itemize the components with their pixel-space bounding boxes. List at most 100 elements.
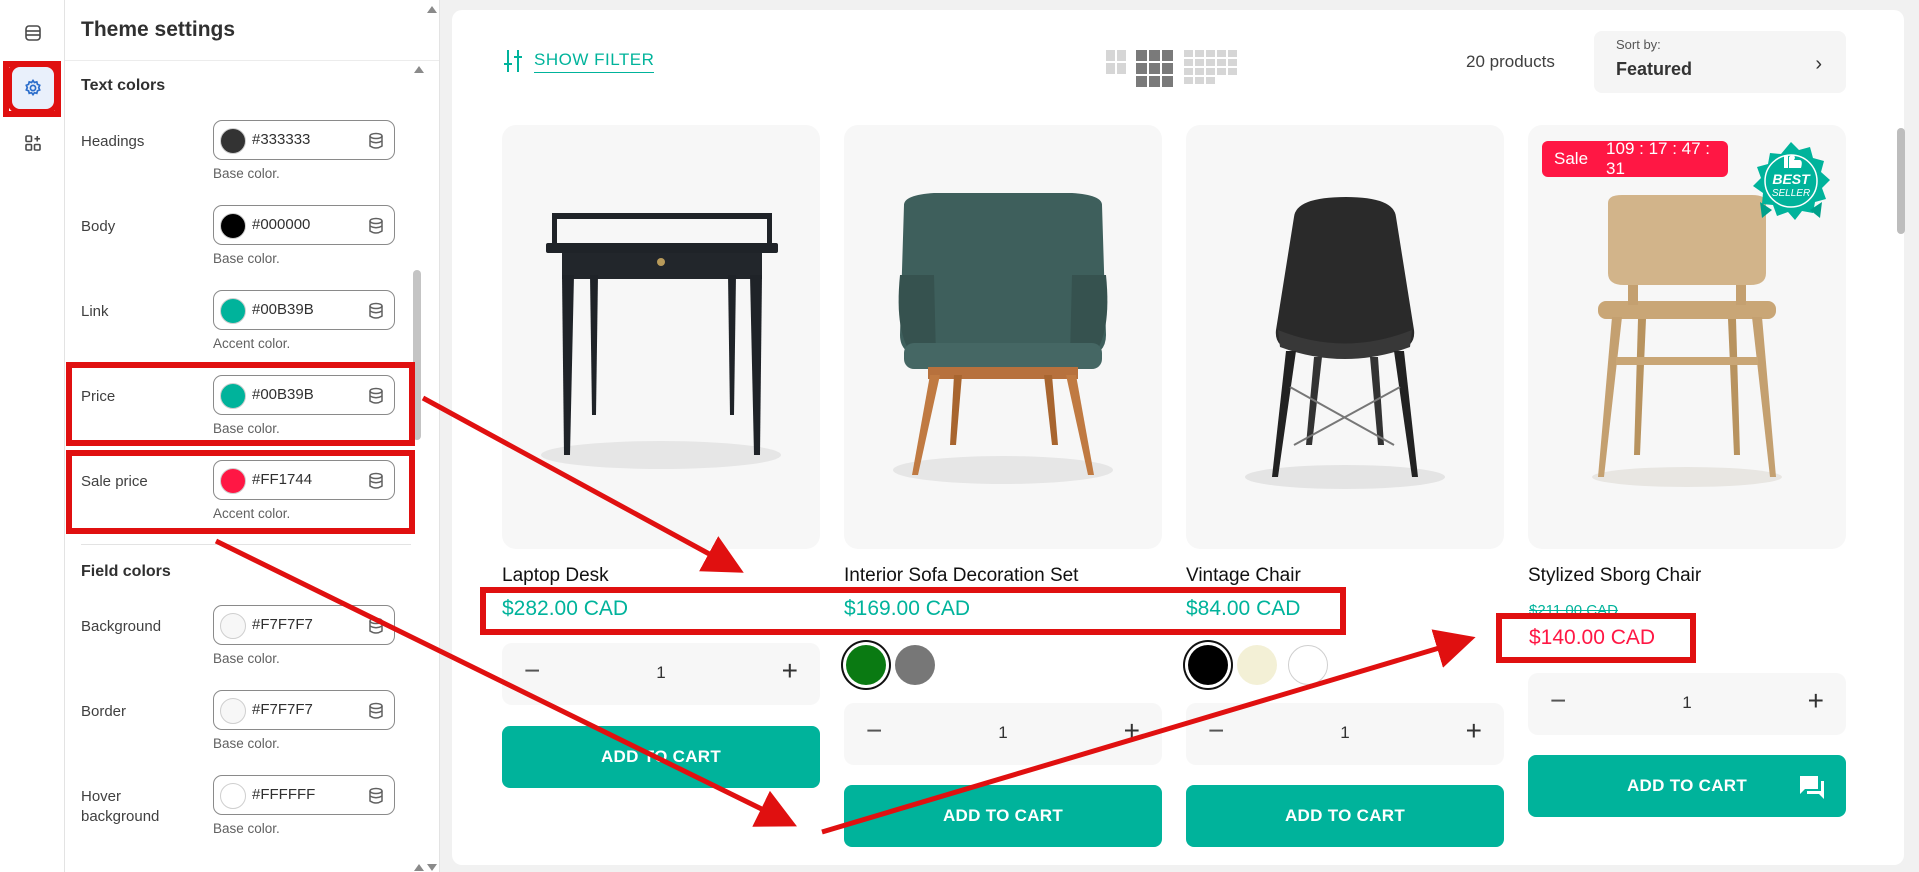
database-icon[interactable] — [368, 217, 384, 235]
quantity-value[interactable]: 1 — [1528, 693, 1846, 713]
sections-icon[interactable] — [12, 12, 54, 54]
product-count: 20 products — [1466, 52, 1555, 71]
filter-sliders-icon — [504, 50, 522, 72]
color-hex-value[interactable]: #F7F7F7 — [252, 701, 313, 718]
color-picker-field[interactable]: #00B39B — [213, 290, 395, 330]
chat-icon[interactable] — [1797, 772, 1827, 802]
field-colors-title: Field colors — [81, 563, 171, 580]
product-image-vintage-chair[interactable] — [1186, 125, 1504, 549]
divider — [81, 544, 411, 545]
product-title[interactable]: Stylized Sborg Chair — [1528, 565, 1701, 587]
annotation-box-settings — [3, 61, 61, 117]
color-hex-value[interactable]: #000000 — [252, 216, 310, 233]
best-seller-line1: BEST — [1772, 171, 1811, 187]
grid-3-columns-icon[interactable] — [1136, 50, 1174, 87]
collapse-section-icon[interactable] — [414, 66, 424, 73]
quantity-value[interactable]: 1 — [844, 723, 1162, 743]
app-blocks-icon[interactable] — [12, 122, 54, 164]
color-swatch[interactable] — [220, 213, 246, 239]
product-title[interactable]: Interior Sofa Decoration Set — [844, 565, 1078, 587]
add-to-cart-button[interactable]: ADD TO CART — [502, 726, 820, 788]
color-picker-field[interactable]: #333333 — [213, 120, 395, 160]
annotation-box-price — [66, 362, 415, 446]
color-setting-row: Hover background #FFFFFF Base color. — [65, 775, 425, 857]
quantity-value[interactable]: 1 — [502, 663, 820, 683]
color-setting-row: Background #F7F7F7 Base color. — [65, 605, 425, 687]
annotation-box-sale-price-value — [1496, 613, 1696, 663]
database-icon[interactable] — [368, 617, 384, 635]
database-icon[interactable] — [368, 132, 384, 150]
color-swatch[interactable] — [220, 298, 246, 324]
scroll-down-arrow-icon[interactable] — [427, 864, 437, 871]
color-setting-row: Headings #333333 Base color. — [65, 120, 425, 202]
color-swatch[interactable] — [220, 613, 246, 639]
scroll-step-up-icon[interactable] — [414, 864, 424, 871]
app-rail — [0, 0, 65, 872]
color-setting-label: Border — [81, 703, 127, 720]
scroll-up-arrow-icon[interactable] — [427, 6, 437, 13]
color-setting-row: Link #00B39B Accent color. — [65, 290, 425, 372]
color-hex-value[interactable]: #F7F7F7 — [252, 616, 313, 633]
chevron-right-icon: › — [1815, 53, 1822, 75]
color-hex-value[interactable]: #FFFFFF — [252, 786, 315, 803]
plus-icon[interactable]: + — [1466, 715, 1482, 747]
plus-icon[interactable]: + — [1124, 715, 1140, 747]
product-title[interactable]: Laptop Desk — [502, 565, 609, 587]
grid-2-columns-icon[interactable] — [1106, 50, 1126, 74]
product-title[interactable]: Vintage Chair — [1186, 565, 1301, 587]
text-colors-title: Text colors — [81, 77, 166, 94]
add-to-cart-button[interactable]: ADD TO CART — [1186, 785, 1504, 847]
color-swatch[interactable] — [220, 128, 246, 154]
sort-value: Featured — [1616, 59, 1693, 79]
color-hex-value[interactable]: #00B39B — [252, 301, 314, 318]
sale-badge: Sale 109 : 17 : 47 : 31 — [1542, 139, 1728, 178]
quantity-stepper: − 1 + — [844, 703, 1162, 765]
color-setting-hint: Base color. — [213, 166, 280, 181]
best-seller-line2: SELLER — [1772, 188, 1810, 199]
database-icon[interactable] — [368, 302, 384, 320]
show-filter-button[interactable]: SHOW FILTER — [504, 48, 655, 74]
quantity-stepper: − 1 + — [502, 643, 820, 705]
color-picker-field[interactable]: #000000 — [213, 205, 395, 245]
plus-icon[interactable]: + — [782, 655, 798, 687]
color-setting-hint: Base color. — [213, 251, 280, 266]
annotation-box-sale-price — [66, 450, 415, 534]
color-swatch-white[interactable] — [1288, 645, 1328, 685]
color-setting-row: Body #000000 Base color. — [65, 205, 425, 287]
quantity-stepper: − 1 + — [1186, 703, 1504, 765]
sort-dropdown[interactable]: Sort by: Featured › — [1594, 31, 1846, 93]
show-filter-label: SHOW FILTER — [534, 50, 655, 73]
color-setting-hint: Base color. — [213, 651, 280, 666]
color-setting-label: Headings — [81, 133, 145, 150]
preview-scrollbar[interactable] — [1897, 128, 1905, 234]
quantity-stepper: − 1 + — [1528, 673, 1846, 735]
plus-icon[interactable]: + — [1808, 685, 1824, 717]
color-setting-hint: Base color. — [213, 736, 280, 751]
add-to-cart-button[interactable]: ADD TO CART — [844, 785, 1162, 847]
product-image-sofa-chair[interactable] — [844, 125, 1162, 549]
color-setting-hint: Accent color. — [213, 336, 291, 351]
color-setting-label: Background — [81, 618, 162, 635]
color-setting-hint: Base color. — [213, 821, 280, 836]
color-hex-value[interactable]: #333333 — [252, 131, 310, 148]
best-seller-badge-icon: BEST SELLER — [1746, 138, 1836, 228]
color-swatch-gray[interactable] — [895, 645, 935, 685]
color-picker-field[interactable]: #F7F7F7 — [213, 605, 395, 645]
color-swatch[interactable] — [220, 698, 246, 724]
product-image-laptop-desk[interactable] — [502, 125, 820, 549]
color-swatch[interactable] — [220, 783, 246, 809]
color-picker-field[interactable]: #F7F7F7 — [213, 690, 395, 730]
color-picker-field[interactable]: #FFFFFF — [213, 775, 395, 815]
color-swatch-cream[interactable] — [1237, 645, 1277, 685]
quantity-value[interactable]: 1 — [1186, 723, 1504, 743]
database-icon[interactable] — [368, 702, 384, 720]
divider — [65, 60, 439, 61]
sort-label: Sort by: — [1616, 37, 1661, 52]
sale-countdown: 109 : 17 : 47 : 31 — [1606, 139, 1710, 178]
annotation-box-prices — [480, 587, 1346, 635]
database-icon[interactable] — [368, 787, 384, 805]
color-setting-label: Link — [81, 303, 109, 320]
grid-4-columns-icon[interactable] — [1184, 50, 1242, 84]
color-swatch-green[interactable] — [846, 645, 886, 685]
color-swatch-black[interactable] — [1188, 645, 1228, 685]
